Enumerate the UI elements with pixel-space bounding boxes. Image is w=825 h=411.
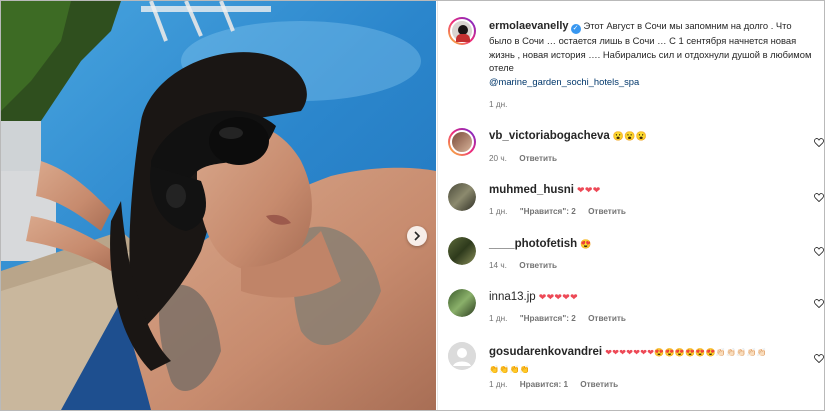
comment-avatar[interactable]	[448, 128, 476, 156]
heart-icon	[814, 354, 824, 363]
like-comment-button[interactable]	[814, 354, 824, 363]
reply-button[interactable]: Ответить	[519, 154, 557, 163]
comment-item: ____photofetish 😍	[489, 238, 809, 250]
comment-text-continued: 👏👏👏👏	[489, 365, 531, 374]
heart-icon	[814, 193, 824, 202]
comment-time: 1 дн.	[489, 207, 508, 216]
photo-illustration	[1, 1, 436, 410]
comment-text: ❤❤❤❤❤	[538, 292, 578, 302]
heart-icon	[814, 299, 824, 308]
comment-username[interactable]: ____photofetish	[489, 238, 577, 250]
post-meta: 1 дн.	[489, 100, 517, 109]
comment-item: vb_victoriabogacheva 😮😮😮	[489, 130, 809, 142]
comment-avatar[interactable]	[448, 183, 476, 211]
comment-username[interactable]: gosudarenkovandrei	[489, 346, 602, 358]
comment-time: 1 дн.	[489, 314, 508, 323]
comment-meta: 1 дн. Нравится: 1 Ответить	[489, 380, 628, 389]
comment-avatar[interactable]	[448, 342, 476, 370]
comment-meta: 1 дн. "Нравится": 2 Ответить	[489, 314, 636, 323]
next-photo-button[interactable]	[407, 226, 427, 246]
heart-icon	[814, 247, 824, 256]
heart-icon	[814, 138, 824, 147]
like-comment-button[interactable]	[814, 247, 824, 256]
comment-text: ❤❤❤	[577, 185, 601, 195]
comment-likes[interactable]: Нравится: 1	[520, 380, 568, 389]
post-frame: ermolaevanelly ✓ Этот Август в Сочи мы зап…	[0, 0, 825, 411]
reply-button[interactable]: Ответить	[588, 314, 626, 323]
comment-avatar[interactable]	[448, 289, 476, 317]
comment-likes[interactable]: "Нравится": 2	[520, 207, 576, 216]
reply-button[interactable]: Ответить	[519, 261, 557, 270]
like-comment-button[interactable]	[814, 138, 824, 147]
comment-text: ❤❤❤❤❤❤❤😍😍😍😍😍😍👏🏻👏🏻👏🏻👏🏻👏🏻	[605, 348, 768, 357]
reply-button[interactable]: Ответить	[588, 207, 626, 216]
post-time: 1 дн.	[489, 100, 508, 109]
author-username[interactable]: ermolaevanelly	[489, 20, 569, 32]
comment-text: 😍	[580, 239, 592, 249]
chevron-right-icon	[414, 231, 421, 241]
comment-item: muhmed_husni ❤❤❤	[489, 184, 809, 196]
hotel-mention-link[interactable]: @marine_garden_sochi_hotels_spa	[489, 76, 639, 87]
comment-item: gosudarenkovandrei ❤❤❤❤❤❤❤😍😍😍😍😍😍👏🏻👏🏻👏🏻👏🏻…	[489, 344, 809, 378]
comment-username[interactable]: vb_victoriabogacheva	[489, 130, 610, 142]
verified-icon: ✓	[570, 24, 581, 34]
comment-meta: 20 ч. Ответить	[489, 154, 567, 163]
comment-time: 14 ч.	[489, 261, 507, 270]
comment-time: 1 дн.	[489, 380, 508, 389]
author-avatar[interactable]	[448, 17, 476, 45]
like-comment-button[interactable]	[814, 193, 824, 202]
comment-meta: 14 ч. Ответить	[489, 261, 567, 270]
comment-text: 😮😮😮	[612, 131, 648, 141]
reply-button[interactable]: Ответить	[580, 380, 618, 389]
comment-item: inna13.jp ❤❤❤❤❤	[489, 291, 809, 303]
comment-username[interactable]: inna13.jp	[489, 291, 536, 303]
comment-likes[interactable]: "Нравится": 2	[520, 314, 576, 323]
default-avatar-icon	[448, 342, 476, 370]
comment-meta: 1 дн. "Нравится": 2 Ответить	[489, 207, 636, 216]
like-comment-button[interactable]	[814, 299, 824, 308]
comment-username[interactable]: muhmed_husni	[489, 184, 574, 196]
post-photo	[1, 1, 436, 410]
post-caption: ermolaevanelly ✓ Этот Август в Сочи мы зап…	[489, 19, 814, 88]
comment-time: 20 ч.	[489, 154, 507, 163]
comment-avatar[interactable]	[448, 237, 476, 265]
